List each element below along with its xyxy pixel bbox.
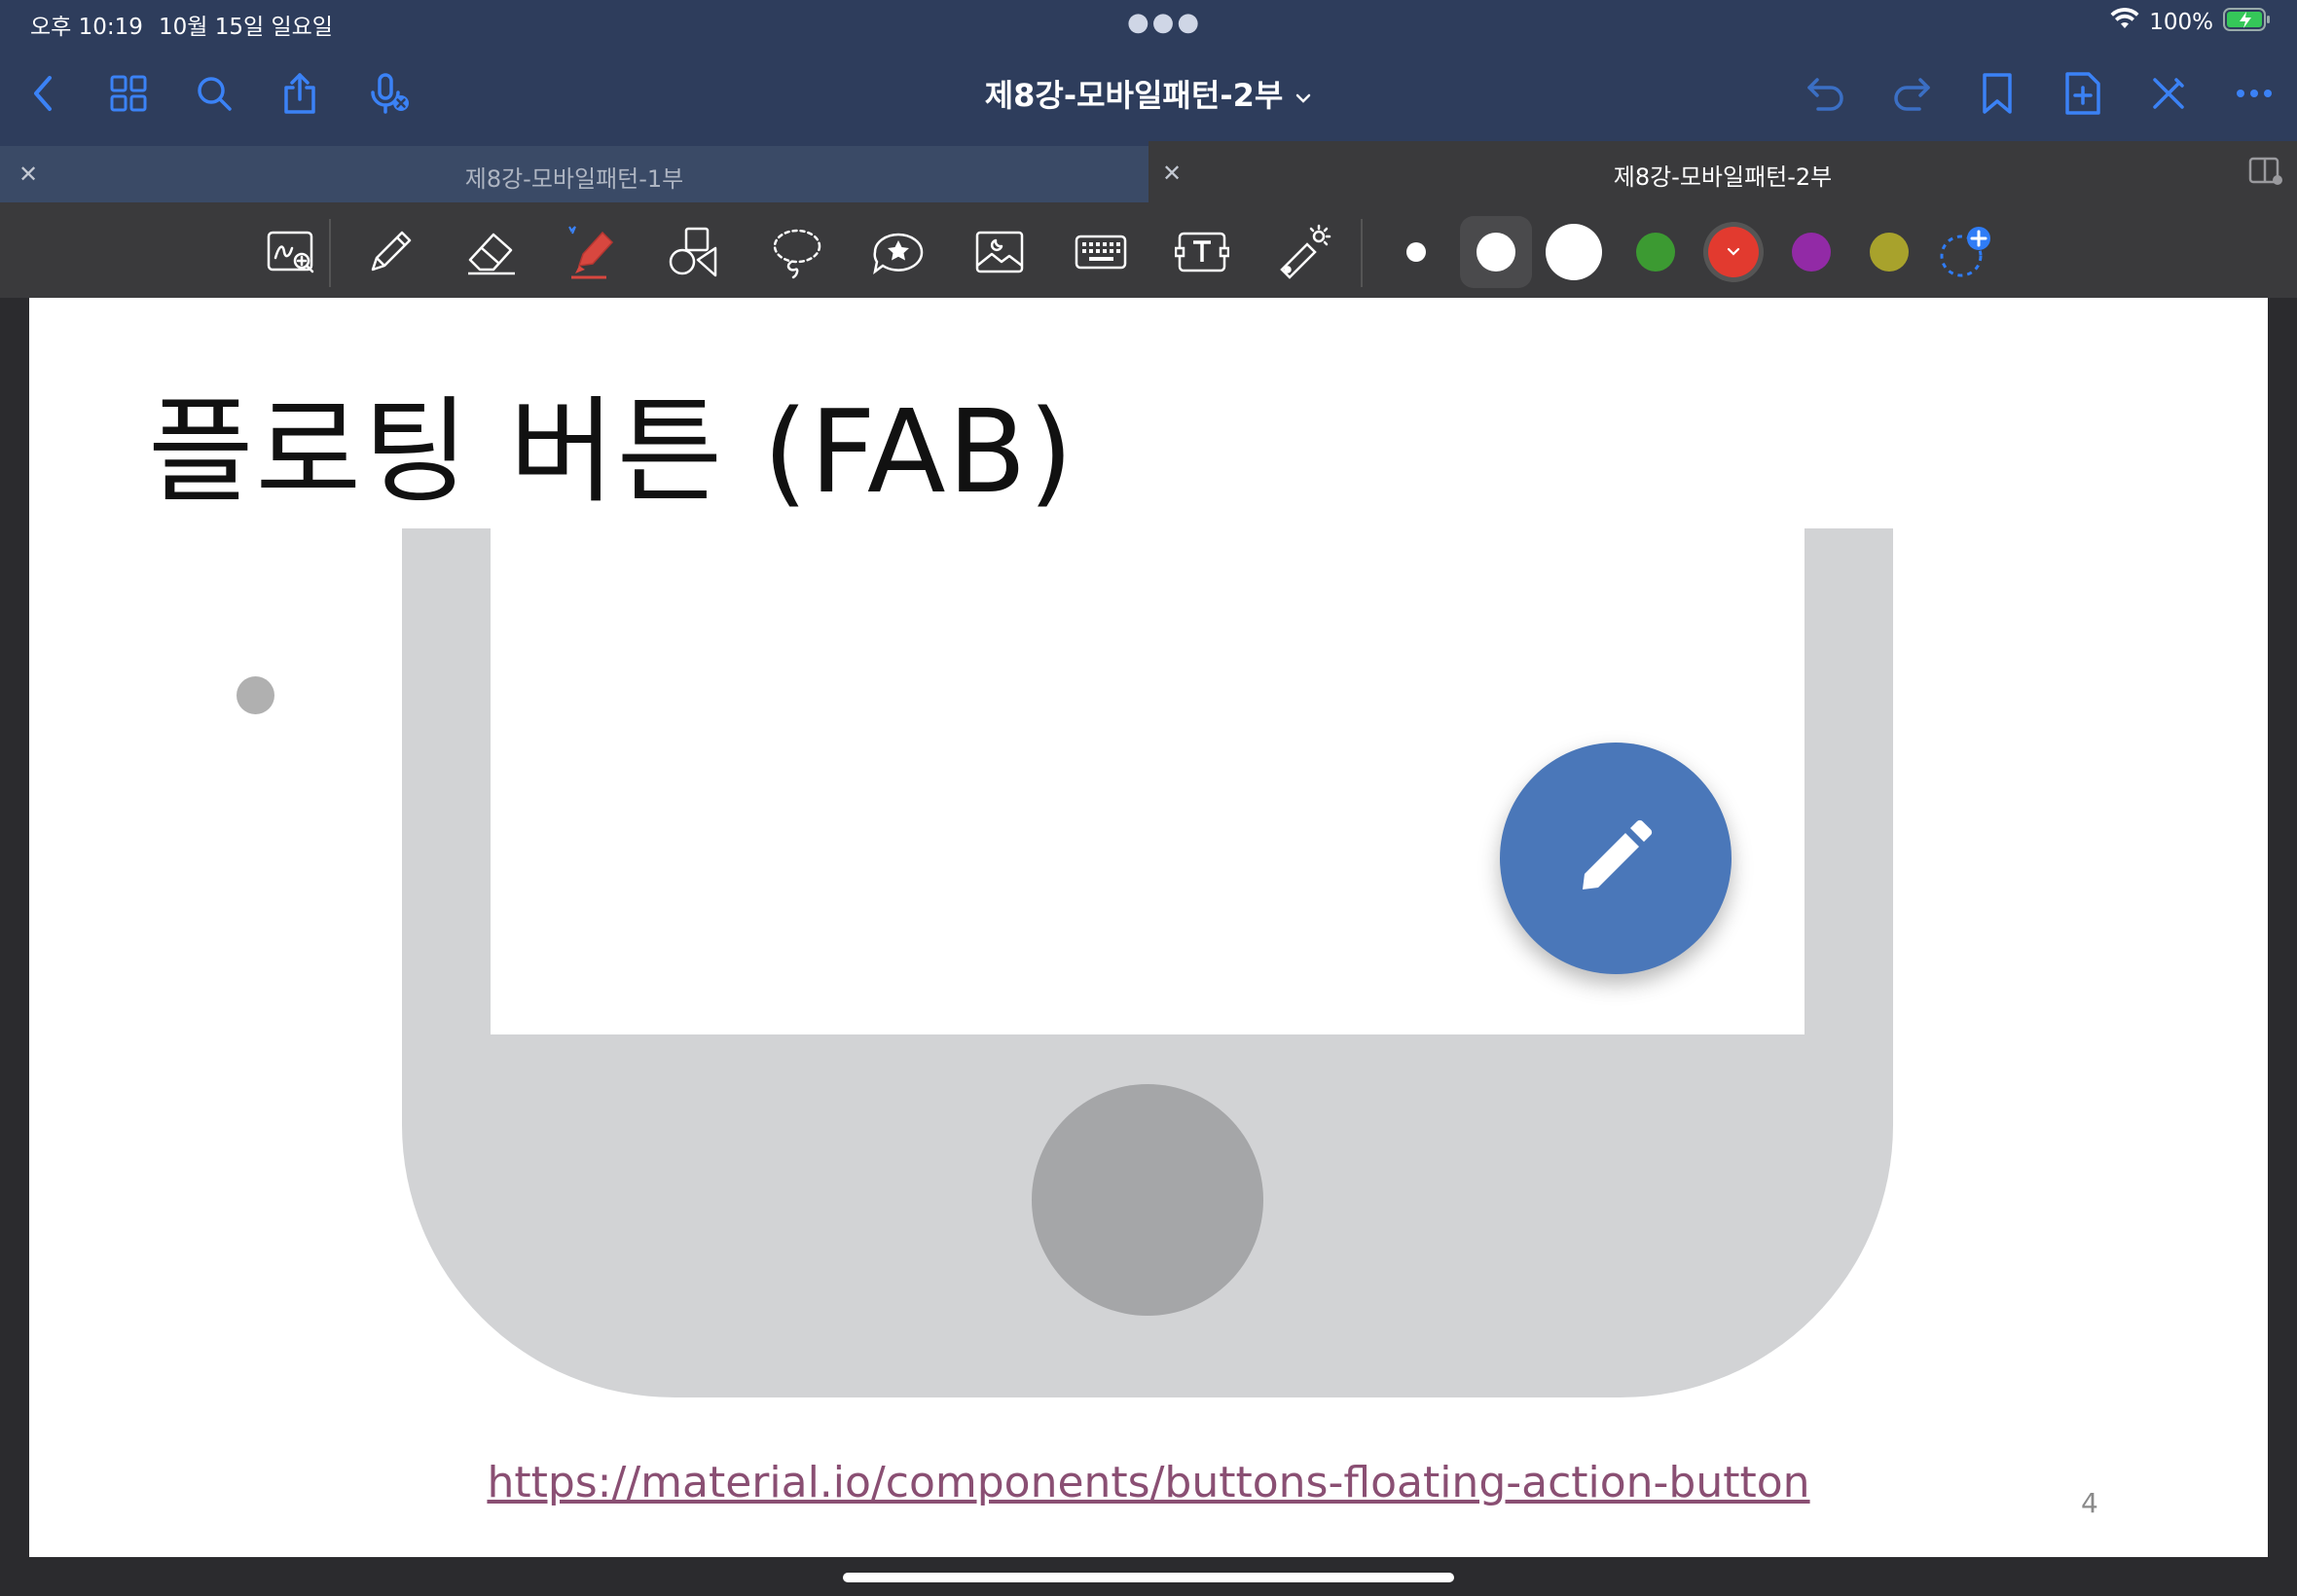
image-icon[interactable] [969,222,1030,282]
status-time: 오후 10:19 [30,15,143,40]
grid-icon[interactable] [103,68,154,119]
edit-pencil-icon [1577,817,1655,899]
multitasking-dots[interactable]: ●●● [1127,8,1202,37]
color-dot [1636,233,1675,272]
tab-document-2[interactable]: ✕ 제8강-모바일패턴-2부 [1148,141,2297,202]
color-red-selected[interactable] [1697,216,1769,288]
zoom-write-icon[interactable] [261,222,321,282]
pencil-icon[interactable] [360,222,420,282]
pen-size-large[interactable] [1538,216,1610,288]
toolbar-separator [329,219,331,287]
bookmark-icon[interactable] [1972,68,2023,119]
color-dot [1708,227,1759,277]
chevron-down-icon [1294,75,1312,112]
phone-home-button [1032,1084,1263,1316]
color-purple[interactable] [1775,216,1847,288]
add-page-icon[interactable] [2058,68,2108,119]
slide-title: 플로팅 버튼 (FAB) [148,384,1076,519]
lasso-icon[interactable] [767,222,827,282]
add-color-icon[interactable] [1931,216,2003,288]
tab-label: 제8강-모바일패턴-1부 [464,165,684,193]
status-date: 10월 15일 일요일 [159,15,333,40]
keyboard-icon[interactable] [1071,222,1131,282]
laser-pointer-icon[interactable] [1273,222,1333,282]
pen-size-small[interactable] [1380,216,1452,288]
share-icon[interactable] [274,68,325,119]
highlighter-icon[interactable] [561,222,621,282]
tab-label: 제8강-모바일패턴-2부 [1613,163,1833,191]
color-dot [1870,233,1909,272]
more-icon[interactable] [2229,68,2279,119]
sticker-icon[interactable] [868,222,929,282]
eraser-icon[interactable] [461,222,522,282]
home-indicator[interactable] [843,1573,1454,1582]
split-view-icon[interactable] [2248,157,2283,190]
size-dot [1406,242,1426,262]
battery-percent: 100% [2149,10,2213,35]
textbox-icon[interactable] [1172,222,1232,282]
size-dot [1477,233,1515,272]
pen-off-icon[interactable] [2143,68,2194,119]
size-dot [1546,224,1602,280]
tab-document-1[interactable]: ✕ 제8강-모바일패턴-1부 [0,146,1148,202]
material-io-link[interactable]: https://material.io/components/buttons-f… [0,1458,2297,1507]
battery-icon [2223,7,2272,38]
back-icon[interactable] [18,68,68,119]
status-right: 100% [2110,6,2272,39]
floating-action-button [1500,743,1732,974]
undo-icon[interactable] [1801,68,1851,119]
mic-off-icon[interactable] [364,68,415,119]
document-title-menu[interactable]: 제8강-모바일패턴-2부 [876,68,1421,119]
toolbar-separator [1361,219,1363,287]
bullet-dot [237,676,274,714]
chevron-down-icon [1727,247,1740,256]
color-green[interactable] [1620,216,1692,288]
search-icon[interactable] [189,68,239,119]
wifi-icon [2110,7,2139,37]
shapes-icon[interactable] [664,222,724,282]
document-title: 제8강-모바일패턴-2부 [984,77,1284,114]
pen-size-medium[interactable] [1460,216,1532,288]
color-olive[interactable] [1853,216,1925,288]
redo-icon[interactable] [1886,68,1937,119]
color-dot [1792,233,1831,272]
slide-page-number: 4 [2081,1487,2098,1519]
